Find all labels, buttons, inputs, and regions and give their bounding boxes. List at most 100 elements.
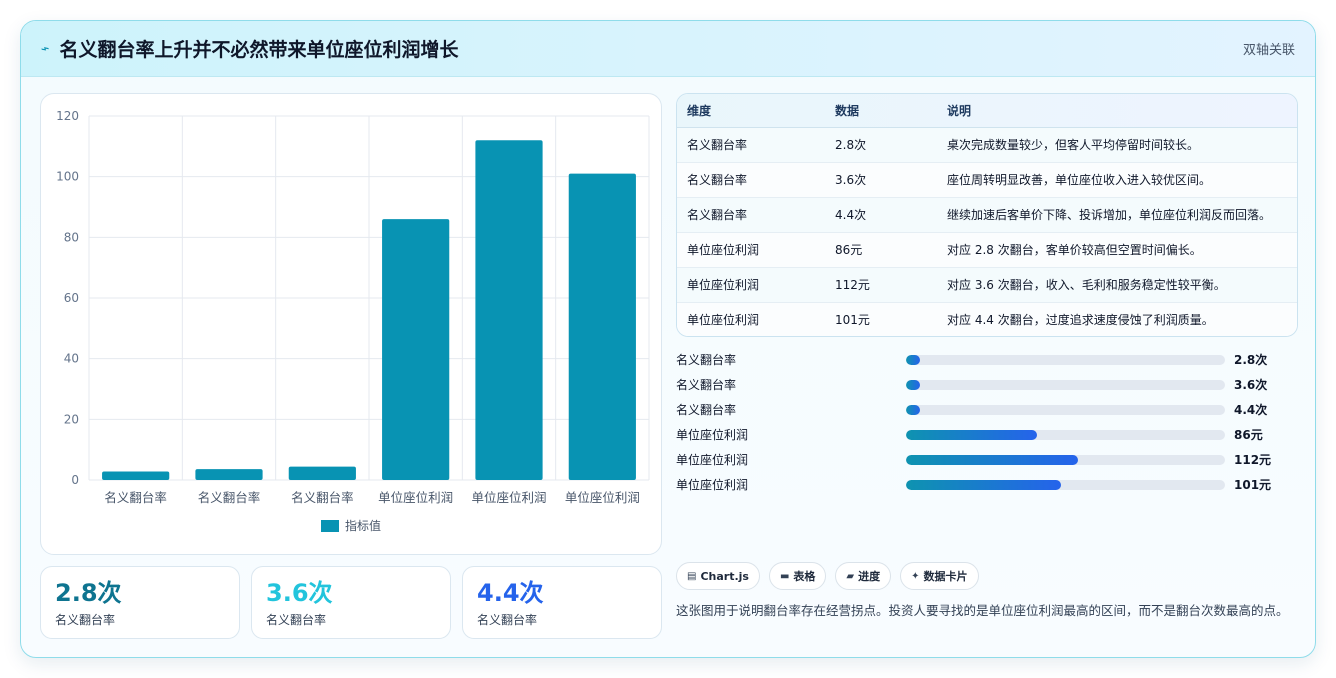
table-cell: 继续加速后客单价下降、投诉增加，单位座位利润反而回落。 <box>937 197 1297 233</box>
progress-track <box>906 379 1225 390</box>
table-row: 单位座位利润 101元 对应 4.4 次翻台，过度追求速度侵蚀了利润质量。 <box>677 302 1297 336</box>
y-tick-label: 80 <box>64 230 79 244</box>
kpi-label: 名义翻台率 <box>266 613 327 627</box>
table-row: 名义翻台率 2.8次 桌次完成数量较少，但客人平均停留时间较长。 <box>677 127 1297 163</box>
tag-data-card[interactable]: ✦ 数据卡片 <box>900 562 979 590</box>
bar <box>102 471 170 480</box>
bar-chart: 0 20 40 60 80 100 120 名义翻台率 名义翻台率 名义翻台率 单位座位利润 单位座位… <box>56 109 650 533</box>
progress-value: 2.8次 <box>1234 353 1268 367</box>
tag-progress[interactable]: ▰ 进度 <box>835 562 892 590</box>
table-cell: 桌次完成数量较少，但客人平均停留时间较长。 <box>937 127 1297 163</box>
y-tick-label: 100 <box>56 170 79 184</box>
progress-row: 单位座位利润 101元 <box>676 472 1298 497</box>
tag-label: 进度 <box>858 570 881 583</box>
y-tick-label: 60 <box>64 291 79 305</box>
progress-label: 单位座位利润 <box>676 453 749 467</box>
column-header: 数据 <box>825 94 937 128</box>
progress-label: 名义翻台率 <box>676 378 737 392</box>
table-row: 名义翻台率 4.4次 继续加速后客单价下降、投诉增加，单位座位利润反而回落。 <box>677 197 1297 233</box>
progress-fill <box>906 479 1061 490</box>
bar <box>288 466 356 480</box>
page-title: 名义翻台率上升并不必然带来单位座位利润增长 <box>59 39 459 61</box>
tag-label: 数据卡片 <box>923 570 968 583</box>
progress-row: 单位座位利润 112元 <box>676 447 1298 472</box>
table-cell: 对应 3.6 次翻台，收入、毛利和服务稳定性较平衡。 <box>937 267 1297 303</box>
table-cell: 2.8次 <box>825 127 937 163</box>
progress-value: 101元 <box>1234 478 1272 492</box>
header-tag: 双轴关联 <box>1242 43 1295 58</box>
x-tick-label: 名义翻台率 <box>291 490 354 505</box>
progress-label: 名义翻台率 <box>676 353 737 367</box>
progress-label: 单位座位利润 <box>676 478 749 492</box>
table-row: 单位座位利润 112元 对应 3.6 次翻台，收入、毛利和服务稳定性较平衡。 <box>677 267 1297 303</box>
table-cell: 112元 <box>825 267 937 303</box>
y-tick-label: 40 <box>64 352 79 366</box>
y-tick-label: 20 <box>64 412 79 426</box>
kpi-value: 4.4次 <box>477 579 544 607</box>
kpi-label: 名义翻台率 <box>55 613 116 627</box>
table-cell: 101元 <box>835 313 870 328</box>
progress-value: 4.4次 <box>1234 403 1268 417</box>
kpi-card: 2.8次 名义翻台率 <box>40 566 240 639</box>
progress-row: 单位座位利润 86元 <box>676 422 1298 447</box>
progress-row: 名义翻台率 4.4次 <box>676 397 1298 422</box>
progress-row: 名义翻台率 3.6次 <box>676 372 1298 397</box>
progress-icon: ▰ <box>846 570 855 582</box>
progress-list: 名义翻台率 2.8次 名义翻台率 3.6次 名义翻台率 4.4次 单位座位利润 … <box>676 347 1298 497</box>
x-tick-label: 单位座位利润 <box>471 490 546 505</box>
column-header: 说明 <box>937 94 1297 128</box>
progress-value: 112元 <box>1234 453 1272 467</box>
progress-fill <box>906 404 920 415</box>
tag-chartjs[interactable]: ▤ Chart.js <box>676 562 760 590</box>
table-cell: 单位座位利润 <box>677 232 825 268</box>
table-cell: 对应 2.8 次翻台，客单价较高但空置时间偏长。 <box>937 232 1297 268</box>
y-tick-label: 120 <box>56 109 79 123</box>
tag-table[interactable]: ▬ 表格 <box>768 562 827 590</box>
progress-value: 3.6次 <box>1234 378 1268 392</box>
progress-fill <box>906 454 1079 465</box>
table-row: 单位座位利润 86元 对应 2.8 次翻台，客单价较高但空置时间偏长。 <box>677 232 1297 268</box>
bar <box>382 219 450 480</box>
column-header: 维度 <box>677 94 825 128</box>
tag-label: 表格 <box>793 570 816 583</box>
x-tick-label: 单位座位利润 <box>565 490 640 505</box>
data-table: 维度 数据 说明 名义翻台率 2.8次 桌次完成数量较少，但客人平均停留时间较长… <box>676 93 1298 337</box>
bar <box>568 173 636 480</box>
progress-fill <box>906 354 920 365</box>
table-icon: ▬ <box>779 570 790 582</box>
x-tick-label: 单位座位利润 <box>378 490 453 505</box>
table-cell: 名义翻台率 <box>677 162 825 198</box>
kpi-value: 3.6次 <box>266 579 333 607</box>
progress-value: 86元 <box>1234 428 1263 442</box>
progress-track <box>906 354 1225 365</box>
table-cell: 名义翻台率 <box>677 197 825 233</box>
kpi-value: 2.8次 <box>55 579 122 607</box>
kpi-row: 2.8次 名义翻台率 3.6次 名义翻台率 4.4次 名义翻台率 <box>40 566 662 639</box>
table-cell: 单位座位利润 <box>687 313 760 328</box>
table-cell: 对应 4.4 次翻台，过度追求速度侵蚀了利润质量。 <box>947 313 1214 328</box>
table-cell: 86元 <box>825 232 937 268</box>
tag-label: Chart.js <box>700 569 749 583</box>
progress-label: 名义翻台率 <box>676 403 737 417</box>
progress-track <box>906 454 1225 465</box>
trend-icon: ⌁ <box>38 39 52 58</box>
progress-fill <box>906 379 920 390</box>
table-cell: 名义翻台率 <box>677 127 825 163</box>
x-tick-label: 名义翻台率 <box>104 490 167 505</box>
bar-chart-panel: 0 20 40 60 80 100 120 名义翻台率 名义翻台率 名义翻台率 单位座位利润 单位座位… <box>40 93 662 555</box>
x-tick-label: 名义翻台率 <box>198 490 261 505</box>
kpi-label: 名义翻台率 <box>477 613 538 627</box>
sparkle-icon: ✦ <box>911 570 920 582</box>
bar <box>475 140 543 480</box>
progress-track <box>906 479 1225 490</box>
tag-list: ▤ Chart.js ▬ 表格 ▰ 进度 ✦ 数据卡片 <box>676 562 979 590</box>
progress-track <box>906 429 1225 440</box>
dashboard-card: ⌁ 名义翻台率上升并不必然带来单位座位利润增长 双轴关联 0 20 40 60 80 10… <box>20 20 1316 658</box>
kpi-card: 4.4次 名义翻台率 <box>462 566 662 639</box>
progress-row: 名义翻台率 2.8次 <box>676 347 1298 372</box>
table-cell: 4.4次 <box>825 197 937 233</box>
card-header: ⌁ 名义翻台率上升并不必然带来单位座位利润增长 双轴关联 <box>21 21 1315 77</box>
progress-track <box>906 404 1225 415</box>
progress-label: 单位座位利润 <box>676 428 749 442</box>
bar <box>195 469 263 480</box>
